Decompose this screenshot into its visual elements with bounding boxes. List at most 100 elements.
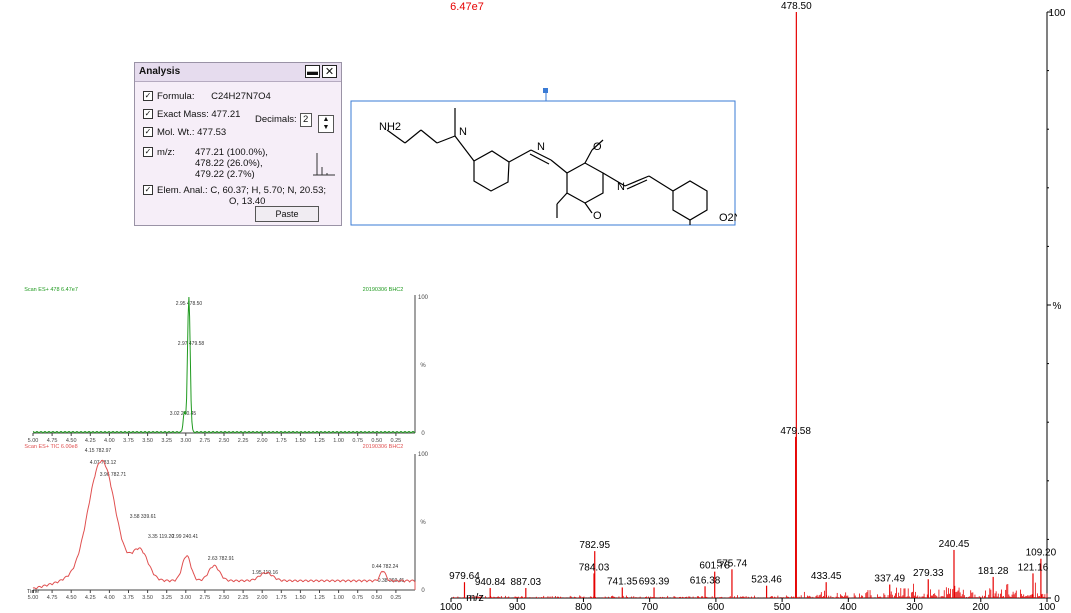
time-tick-label: 3.25 xyxy=(161,595,172,600)
mol-wt-checkbox[interactable]: ✓ xyxy=(143,127,153,138)
time-tick-label: 2.75 xyxy=(200,595,211,600)
peak-label: 478.50 xyxy=(781,1,812,12)
time-axis-label: Time xyxy=(27,589,39,595)
time-tick-label: 1.00 xyxy=(333,595,344,600)
analysis-title: Analysis xyxy=(139,66,181,77)
chrom-peak-label: 3.96 782.71 xyxy=(100,472,127,478)
chrom-peak-label: 3.35 119.20 xyxy=(148,534,174,540)
peak-label: 784.03 xyxy=(579,562,610,573)
time-tick-label: 4.00 xyxy=(104,595,115,600)
mz-checkbox[interactable]: ✓ xyxy=(143,147,153,158)
peak-label: 887.03 xyxy=(511,577,542,588)
chromatogram-bottom: 0.25 0.50 0.75 1.00 1.25 1.50 1.75 2.00 2.25 2.50… xyxy=(23,444,429,600)
y-label: 0 xyxy=(421,588,425,594)
peak-label: 181.28 xyxy=(978,566,1009,577)
chrom-peak-label: 0.44 782.24 xyxy=(372,564,399,570)
x-tick-label: 900 xyxy=(509,602,526,613)
x-tick-label: 1000 xyxy=(440,602,463,613)
x-tick-label: 600 xyxy=(708,602,725,613)
time-tick-label: 0.50 xyxy=(371,595,382,600)
time-tick-label: 4.25 xyxy=(85,595,96,600)
svg-text:O: O xyxy=(593,210,602,222)
time-tick-label: 4.75 xyxy=(47,595,58,600)
chrom-peak-label: 4.15 782.97 xyxy=(85,448,112,454)
chrom-header-left: 1: Scan ES+ 478 6.47e7 xyxy=(23,287,78,293)
peak-label: 433.45 xyxy=(811,571,842,582)
chrom-peak-label: 3.58 339.61 xyxy=(130,514,157,520)
chrom-header-left: 1: Scan ES+ TIC 6.00e8 xyxy=(23,444,78,450)
x-tick-label: 100 xyxy=(1039,602,1056,613)
svg-text:O: O xyxy=(593,141,602,153)
peak-label: 979.64 xyxy=(449,571,480,582)
peak-label: 601.78 xyxy=(699,561,730,572)
svg-text:N: N xyxy=(459,126,467,138)
peak-label: 279.33 xyxy=(913,568,944,579)
decimals-field[interactable]: Decimals: 2 xyxy=(255,113,312,127)
time-tick-label: 2.25 xyxy=(238,595,249,600)
chrom-peak-label: 2.99 240.41 xyxy=(172,534,199,540)
svg-text:O2N: O2N xyxy=(719,212,737,224)
formula-checkbox[interactable]: ✓ xyxy=(143,91,153,102)
analysis-panel[interactable]: Analysis ▬ ✕ ✓ Formula: C24H27N7O4 ✓ Exact… xyxy=(134,62,342,226)
peak-label: 693.39 xyxy=(639,576,670,587)
paste-button[interactable]: Paste xyxy=(255,206,319,222)
analysis-titlebar[interactable]: Analysis ▬ ✕ xyxy=(135,63,341,82)
y-label: % xyxy=(420,363,426,369)
time-tick-label: 1.50 xyxy=(295,595,306,600)
x-tick-label: 300 xyxy=(906,602,923,613)
svg-text:N: N xyxy=(617,181,625,193)
time-tick-label: 1.75 xyxy=(276,595,287,600)
y-tick-label: % xyxy=(1053,301,1062,312)
y-label: 100 xyxy=(418,452,429,458)
y-label: 0 xyxy=(421,431,425,437)
svg-text:NH2: NH2 xyxy=(379,121,401,133)
time-tick-label: 3.50 xyxy=(142,595,153,600)
selection-box[interactable] xyxy=(350,100,736,226)
peak-label: 109.20 xyxy=(1026,548,1057,559)
time-tick-label: 3.00 xyxy=(180,595,191,600)
x-tick-label: 700 xyxy=(641,602,658,613)
time-tick-label: 0.25 xyxy=(391,595,402,600)
svg-text:N: N xyxy=(537,141,545,153)
peak-label: 523.46 xyxy=(751,575,782,586)
peak-label: 782.95 xyxy=(579,540,610,551)
chrom-peak-label: 2.63 782.91 xyxy=(208,556,235,562)
chromatogram-top: 0.250.500.751.001.251.501.752.002.252.50… xyxy=(23,287,429,443)
peak-label: 121.16 xyxy=(1018,562,1049,573)
chrom-header-right: 20190306 BHC2 xyxy=(363,444,404,450)
mz-values: 477.21 (100.0%), 478.22 (26.0%), 479.22 … xyxy=(195,147,268,180)
exact-mass-checkbox[interactable]: ✓ xyxy=(143,109,153,120)
x-tick-label: 500 xyxy=(774,602,791,613)
elem-anal-checkbox[interactable]: ✓ xyxy=(143,185,153,196)
time-tick-label: 2.00 xyxy=(257,595,268,600)
time-tick-label: 1.25 xyxy=(314,595,325,600)
chemical-structure[interactable]: O2N N N N NH2 O O xyxy=(337,88,737,228)
y-label: 100 xyxy=(418,295,429,301)
y-tick-label: 100 xyxy=(1049,8,1066,19)
exact-mass-value: 477.21 xyxy=(211,109,241,120)
isotope-pattern-icon xyxy=(313,153,335,176)
x-tick-label: 200 xyxy=(972,602,989,613)
time-tick-label: 2.50 xyxy=(219,595,230,600)
chrom-peak-label: 2.97 479.58 xyxy=(178,341,205,347)
y-label: % xyxy=(420,520,426,526)
x-axis-label: m/z xyxy=(466,592,484,604)
x-tick-label: 800 xyxy=(575,602,592,613)
time-tick-label: 3.75 xyxy=(123,595,134,600)
decimals-spinner[interactable]: ▲ ▼ xyxy=(318,115,334,133)
time-tick-label: 4.50 xyxy=(66,595,77,600)
x-tick-label: 400 xyxy=(840,602,857,613)
formula-value: C24H27N7O4 xyxy=(211,91,271,102)
peak-label: 479.58 xyxy=(780,426,811,437)
peak-label: 616.38 xyxy=(690,575,721,586)
close-button[interactable]: ✕ xyxy=(322,65,337,78)
intensity-label: 6.47e7 xyxy=(450,1,484,13)
peak-label: 240.45 xyxy=(939,539,970,550)
mol-wt-value: 477.53 xyxy=(197,127,227,138)
chrom-header-right: 20190306 BHC2 xyxy=(363,287,404,293)
selection-handle[interactable] xyxy=(543,88,548,93)
time-tick-label: 5.00 xyxy=(28,595,39,600)
peak-label: 337.49 xyxy=(874,574,905,585)
peak-label: 741.35 xyxy=(607,576,638,587)
minimize-button[interactable]: ▬ xyxy=(305,65,320,78)
